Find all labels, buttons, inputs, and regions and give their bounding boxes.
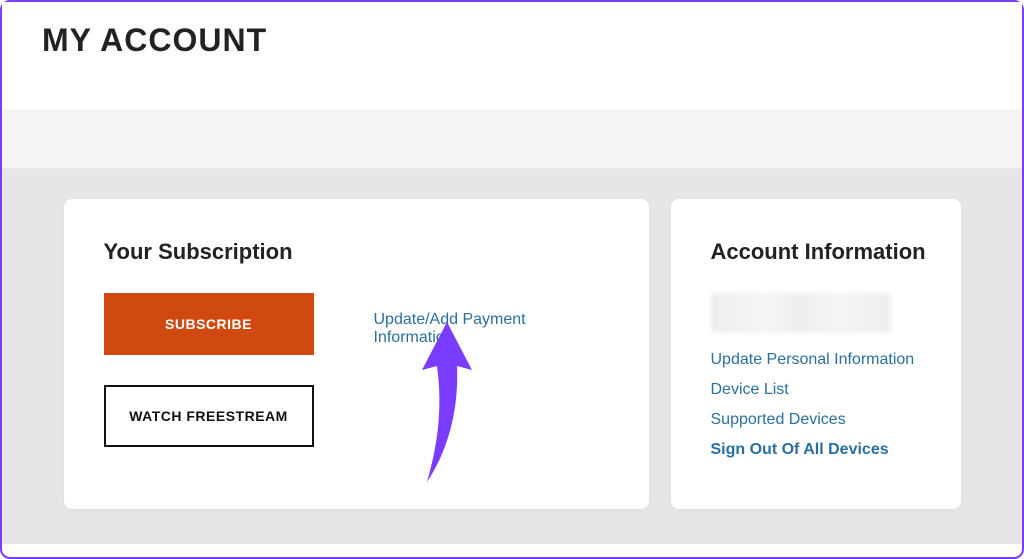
account-info-card: Account Information Update Personal Info… xyxy=(671,199,961,509)
page-header: MY ACCOUNT xyxy=(2,2,1022,109)
supported-devices-link[interactable]: Supported Devices xyxy=(711,411,951,429)
subscription-card: Your Subscription SUBSCRIBE WATCH FREEST… xyxy=(64,199,649,509)
sign-out-all-devices-link[interactable]: Sign Out Of All Devices xyxy=(711,441,951,459)
content-area: Your Subscription SUBSCRIBE WATCH FREEST… xyxy=(2,169,1022,544)
account-links: Update Personal Information Device List … xyxy=(711,351,951,459)
update-personal-info-link[interactable]: Update Personal Information xyxy=(711,351,951,369)
watch-freestream-button[interactable]: WATCH FREESTREAM xyxy=(104,385,314,447)
subscribe-button[interactable]: SUBSCRIBE xyxy=(104,293,314,355)
redacted-account-detail xyxy=(711,293,891,333)
account-info-heading: Account Information xyxy=(711,239,951,265)
device-list-link[interactable]: Device List xyxy=(711,381,951,399)
gray-band xyxy=(2,109,1022,169)
page-title: MY ACCOUNT xyxy=(42,22,982,59)
subscription-heading: Your Subscription xyxy=(104,239,609,265)
update-payment-link[interactable]: Update/Add Payment Information xyxy=(374,311,609,347)
